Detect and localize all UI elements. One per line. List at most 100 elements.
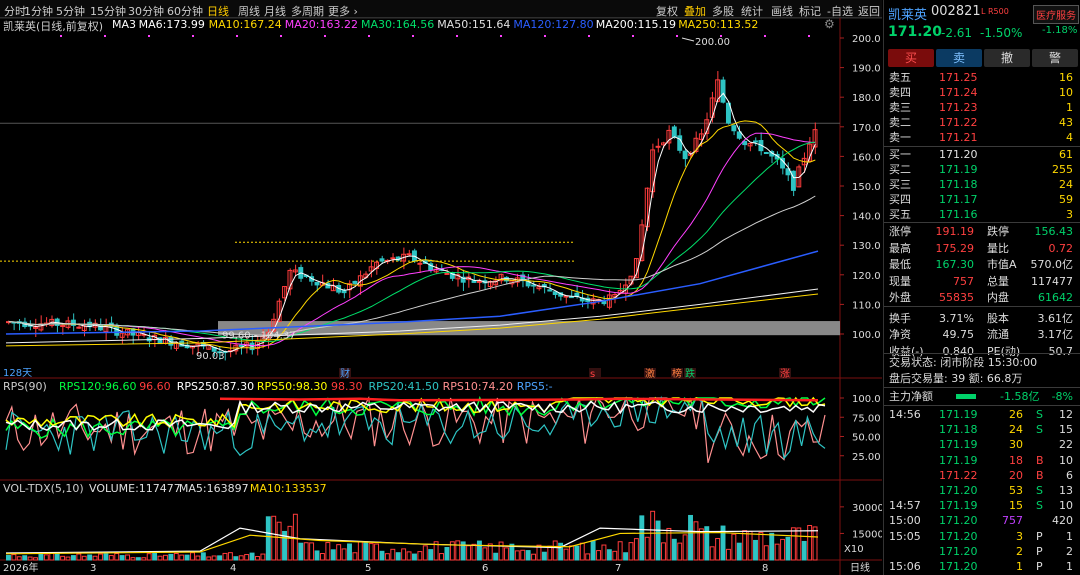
stat-value: 117477 — [1031, 274, 1073, 288]
tick-volume: 24 — [1009, 423, 1023, 437]
event-marker[interactable]: 跌 — [685, 367, 695, 380]
candle-body — [753, 140, 758, 143]
ma-line — [8, 92, 816, 353]
tick-row: 171.20 53 S 13 — [884, 483, 1080, 498]
bid-row[interactable]: 买一 171.20 61 — [884, 147, 1080, 162]
volume-bar — [395, 552, 401, 561]
volume-bar — [558, 542, 564, 561]
ma-value: 115.19 — [637, 18, 677, 31]
ask-row[interactable]: 卖五 171.25 16 — [884, 70, 1080, 85]
tick-side: S — [1036, 484, 1043, 497]
stat-value: 156.43 — [1034, 225, 1074, 238]
days-label: 128天 — [3, 368, 32, 379]
event-marker[interactable]: 榜 — [672, 367, 682, 380]
volume-bar — [11, 554, 17, 561]
candle-body — [379, 258, 385, 262]
bid-row[interactable]: 买四 171.17 59 — [884, 192, 1080, 207]
ask-row[interactable]: 卖三 171.23 1 — [884, 100, 1080, 115]
x-axis-label: 6 — [482, 563, 488, 574]
volume-bar — [709, 546, 715, 561]
volume-bar — [49, 552, 55, 561]
volume-bar — [633, 538, 639, 561]
candle-body — [390, 257, 396, 260]
stat-row: 净资 49.75 流通 3.17亿 — [884, 327, 1080, 342]
event-marker[interactable]: 激 — [645, 367, 655, 380]
tick-count: 1 — [1066, 529, 1073, 543]
ask-volume: 10 — [1059, 86, 1073, 99]
event-marker[interactable]: 财 — [340, 367, 350, 380]
tick-price: 171.19 — [939, 408, 978, 421]
volume-bar — [796, 527, 802, 561]
volume-bar — [222, 552, 228, 561]
volume-bar — [70, 555, 76, 561]
volume-bar — [206, 556, 212, 561]
event-marker[interactable]: s — [590, 369, 595, 380]
y-tick-label: 25.00 — [852, 452, 881, 463]
volume-bar — [368, 543, 374, 561]
cancel-order-button[interactable]: 撤 — [984, 49, 1030, 67]
x-axis-label: 2026年 — [3, 561, 38, 574]
ma-value: 113.52 — [719, 18, 759, 31]
rps-item: RPS50:98.30 — [257, 380, 327, 393]
bid-row[interactable]: 买二 171.19 255 — [884, 162, 1080, 177]
ask-row[interactable]: 卖一 171.21 4 — [884, 130, 1080, 145]
bid-row[interactable]: 买五 171.16 3 — [884, 207, 1080, 222]
netflow-row[interactable]: 主力净额 -1.58亿 -8% — [884, 389, 1080, 404]
sector-badge[interactable]: 医疗服务 — [1033, 5, 1079, 24]
bid-label: 买一 — [889, 148, 911, 161]
ma-label: MA200: — [595, 18, 638, 31]
candle-body — [76, 326, 82, 329]
rps-value: 87.30 — [222, 380, 255, 393]
ask-row[interactable]: 卖四 171.24 10 — [884, 85, 1080, 100]
tick-row: 14:57 171.19 15 S 10 — [884, 498, 1080, 513]
rps-title: RPS(90) — [3, 380, 47, 393]
stat-value: 167.30 — [935, 258, 975, 271]
bid-row[interactable]: 买三 171.18 24 — [884, 177, 1080, 192]
tick-time: 15:05 — [889, 529, 921, 543]
stat-row: 现量 757 总量 117477 — [884, 274, 1080, 289]
tick-time: 14:57 — [889, 499, 921, 513]
stat-value: 3.61亿 — [1037, 311, 1074, 325]
vol-value: 163897 — [206, 482, 249, 495]
bid-label: 买二 — [889, 163, 911, 176]
candles — [6, 71, 818, 361]
y-tick-label: 190.0 — [852, 64, 881, 75]
ask-row[interactable]: 卖二 171.22 43 — [884, 115, 1080, 130]
tick-row: 15:05 171.20 3 P 1 — [884, 529, 1080, 544]
sell-button[interactable]: 卖 — [936, 49, 982, 67]
ma-legend: MA3 MA6:173.99 MA10:167.24 MA20:163.22 MA30:… — [112, 17, 882, 32]
volume-bar — [455, 540, 461, 561]
candle-body — [238, 344, 244, 347]
ma-value: 151.64 — [471, 18, 511, 31]
event-marker[interactable]: 涨 — [780, 368, 790, 380]
y-tick-label: 200.0 — [852, 34, 881, 45]
rps-item: 96.60 — [139, 380, 171, 393]
alert-button[interactable]: 警 — [1032, 49, 1078, 67]
buy-button[interactable]: 买 — [888, 49, 934, 67]
signal-dot — [192, 35, 194, 37]
stat-value: 0.72 — [1048, 241, 1074, 255]
vol-label: MA10: — [249, 482, 285, 495]
volume-bar — [628, 542, 634, 561]
netflow-bar — [956, 394, 976, 399]
volume-bar — [43, 554, 49, 561]
stat-label: 量比 — [987, 241, 1009, 255]
stock-tag: L R500 — [981, 7, 1009, 16]
volume-bar — [314, 550, 320, 561]
ma-label: MA3 — [112, 18, 137, 31]
volume-bar — [742, 530, 748, 561]
ask-price: 171.23 — [939, 101, 978, 114]
volume-bar — [698, 528, 704, 561]
stat-label: 内盘 — [987, 291, 1009, 304]
y-tick-label: 50.00 — [852, 433, 881, 444]
rps-value: 96.60 — [104, 380, 137, 393]
tick-price: 171.20 — [939, 560, 978, 573]
volume-bar — [60, 555, 66, 561]
settings-icon[interactable]: ⚙ — [824, 17, 835, 31]
tick-price: 171.20 — [939, 529, 978, 543]
netflow-pct: -8% — [1051, 390, 1073, 403]
volume-bar — [6, 554, 11, 561]
volume-bar — [606, 549, 612, 561]
tick-row: 171.20 2 P 2 — [884, 544, 1080, 559]
ma-label: MA30: — [361, 18, 396, 31]
